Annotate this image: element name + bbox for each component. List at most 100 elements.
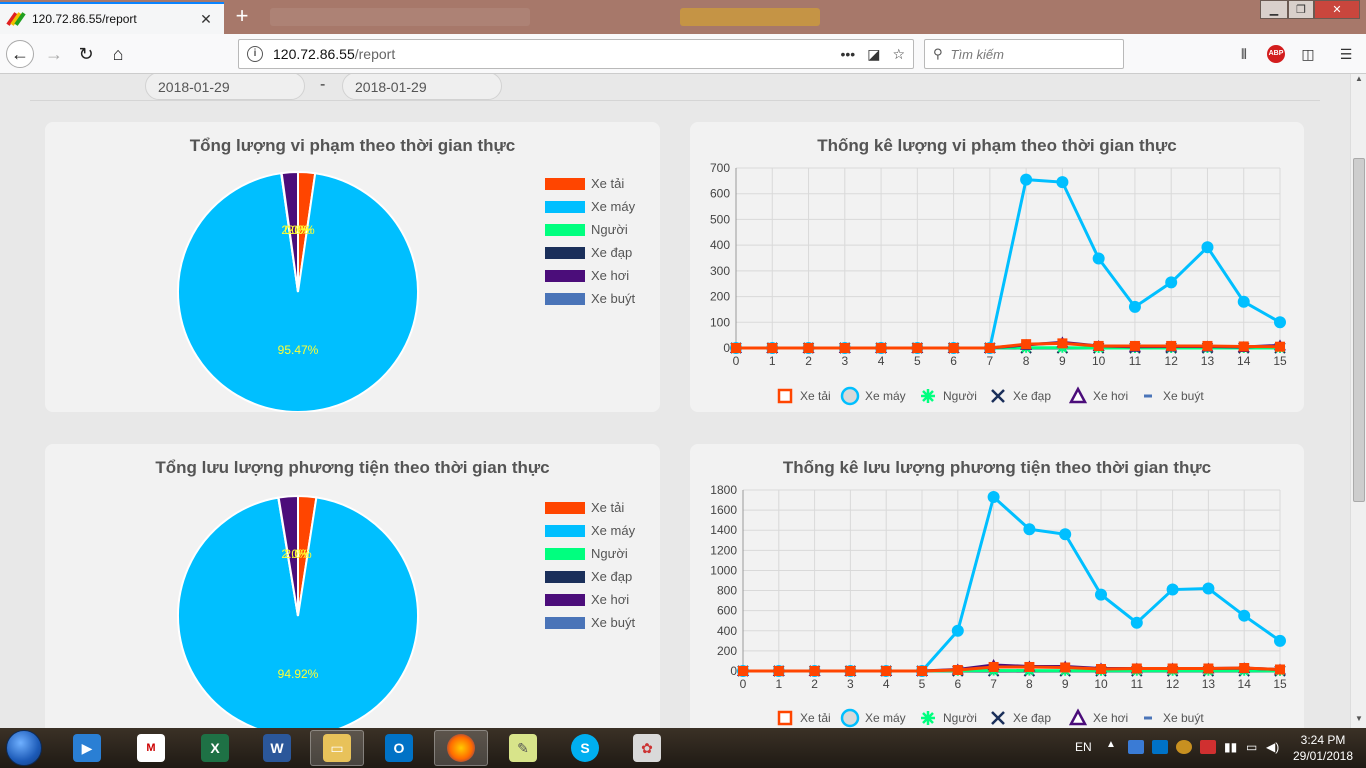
data-point-Xe tải[interactable] [1021,339,1032,350]
legend-marker-Người[interactable] [921,389,935,403]
legend-label[interactable]: Xe đạp [1013,711,1051,725]
data-point-Xe tải[interactable] [948,343,959,353]
taskbar-clock[interactable]: 3:24 PM 29/01/2018 [1288,732,1358,764]
scroll-up-icon[interactable]: ▲ [1351,74,1366,88]
antivirus-tray-icon[interactable] [1200,740,1216,754]
data-point-Xe tải[interactable] [952,664,963,675]
menu-icon[interactable]: ☰ [1336,44,1356,64]
tray-expand-icon[interactable]: ▲ [1106,739,1116,750]
legend-marker-Xe đạp[interactable] [991,711,1005,725]
legend-label[interactable]: Xe buýt [1163,711,1204,725]
legend-label[interactable]: Xe đạp [1013,389,1051,403]
data-point-Xe tải[interactable] [1275,341,1285,352]
legend-label[interactable]: Xe hơi [1093,711,1128,725]
library-icon[interactable]: ⫴ [1234,44,1254,64]
legend-label[interactable]: Người [943,711,977,725]
back-arrow-icon[interactable]: ← [6,40,34,68]
data-point-Xe tải[interactable] [1167,663,1178,674]
legend-label[interactable]: Xe máy [865,389,906,403]
reload-icon[interactable]: ↻ [72,40,100,68]
outlook-tray-icon[interactable] [1152,740,1168,754]
data-point-Xe máy[interactable] [1201,241,1214,254]
power-icon[interactable]: ▭ [1246,740,1257,754]
language-indicator[interactable]: EN [1075,740,1092,754]
legend-item[interactable]: Xe buýt [545,611,635,634]
data-point-Xe tải[interactable] [731,343,741,353]
new-tab-icon[interactable]: + [230,4,254,30]
search-input[interactable]: ⚲ Tìm kiếm [924,39,1124,69]
background-tab[interactable] [270,8,530,26]
data-point-Xe tải[interactable] [803,343,814,353]
start-button[interactable] [6,730,42,766]
taskbar-word[interactable]: W [250,730,304,766]
taskbar-outlook[interactable]: O [372,730,426,766]
data-point-Xe tải[interactable] [1024,661,1035,672]
data-point-Xe tải[interactable] [1131,663,1142,674]
legend-item[interactable]: Xe buýt [545,287,635,310]
data-point-Xe tải[interactable] [767,343,778,353]
legend-label[interactable]: Xe buýt [1163,389,1204,403]
data-point-Xe tải[interactable] [1060,662,1071,673]
legend-label[interactable]: Xe tải [800,389,831,403]
legend-item[interactable]: Xe tải [545,172,635,195]
site-info-icon[interactable]: i [247,46,263,62]
data-point-Xe máy[interactable] [1274,634,1286,647]
data-point-Xe tải[interactable] [1275,664,1285,675]
data-point-Xe tải[interactable] [1239,662,1250,673]
taskbar-firefox[interactable] [434,730,488,766]
legend-item[interactable]: Xe hơi [545,588,635,611]
data-point-Xe máy[interactable] [1095,588,1107,601]
data-point-Xe máy[interactable] [1020,173,1033,186]
data-point-Xe tải[interactable] [1202,340,1213,351]
legend-item[interactable]: Người [545,542,635,565]
taskbar-media-player[interactable]: ▶ [60,730,114,766]
data-point-Xe máy[interactable] [1165,276,1178,289]
data-point-Xe tải[interactable] [917,666,927,676]
legend-item[interactable]: Xe tải [545,496,635,519]
minimize-icon[interactable]: ▁ [1260,0,1288,19]
data-point-Xe máy[interactable] [1237,295,1250,308]
data-point-Xe tải[interactable] [912,343,923,353]
data-point-Xe máy[interactable] [1202,582,1215,595]
data-point-Xe tải[interactable] [809,666,820,676]
forward-arrow-icon[interactable]: → [40,40,68,68]
taskbar-skype[interactable]: S [558,730,612,766]
bookmark-star-icon[interactable]: ☆ [892,46,905,63]
data-point-Xe máy[interactable] [1166,583,1179,596]
data-point-Xe máy[interactable] [1238,609,1251,622]
zalo-tray-icon[interactable] [1128,740,1144,754]
legend-item[interactable]: Xe hơi [545,264,635,287]
date-from-input[interactable]: 2018-01-29 [145,74,305,100]
legend-item[interactable]: Xe máy [545,519,635,542]
home-icon[interactable]: ⌂ [104,40,132,68]
data-point-Xe tải[interactable] [1166,340,1177,351]
legend-item[interactable]: Người [545,218,635,241]
legend-marker-Xe tải[interactable] [777,710,793,726]
data-point-Xe tải[interactable] [876,343,887,353]
data-point-Xe tải[interactable] [1238,341,1249,352]
legend-marker-Xe đạp[interactable] [991,389,1005,403]
volume-icon[interactable]: ◀) [1266,740,1279,754]
network-icon[interactable]: ▮▮ [1224,740,1237,754]
legend-marker-Xe máy[interactable] [840,386,860,406]
data-point-Xe tải[interactable] [845,666,856,676]
legend-item[interactable]: Xe đạp [545,565,635,588]
legend-item[interactable]: Xe máy [545,195,635,218]
taskbar-file-explorer[interactable]: ▭ [310,730,364,766]
app-tray-icon[interactable] [1176,740,1192,754]
maximize-icon[interactable]: ❐ [1288,0,1314,19]
data-point-Xe tải[interactable] [1057,338,1068,349]
data-point-Xe máy[interactable] [951,624,964,637]
page-scrollbar[interactable]: ▲ ▼ [1350,74,1366,728]
taskbar-paint[interactable]: ✿ [620,730,674,766]
data-point-Xe máy[interactable] [1274,316,1286,329]
scroll-down-icon[interactable]: ▼ [1351,714,1366,728]
background-tab[interactable] [680,8,820,26]
data-point-Xe máy[interactable] [1092,252,1105,265]
data-point-Xe tải[interactable] [1093,340,1104,351]
legend-label[interactable]: Người [943,389,977,403]
tab-close-icon[interactable]: ✕ [198,11,214,28]
legend-item[interactable]: Xe đạp [545,241,635,264]
data-point-Xe máy[interactable] [1056,176,1069,189]
scroll-thumb[interactable] [1353,158,1365,502]
